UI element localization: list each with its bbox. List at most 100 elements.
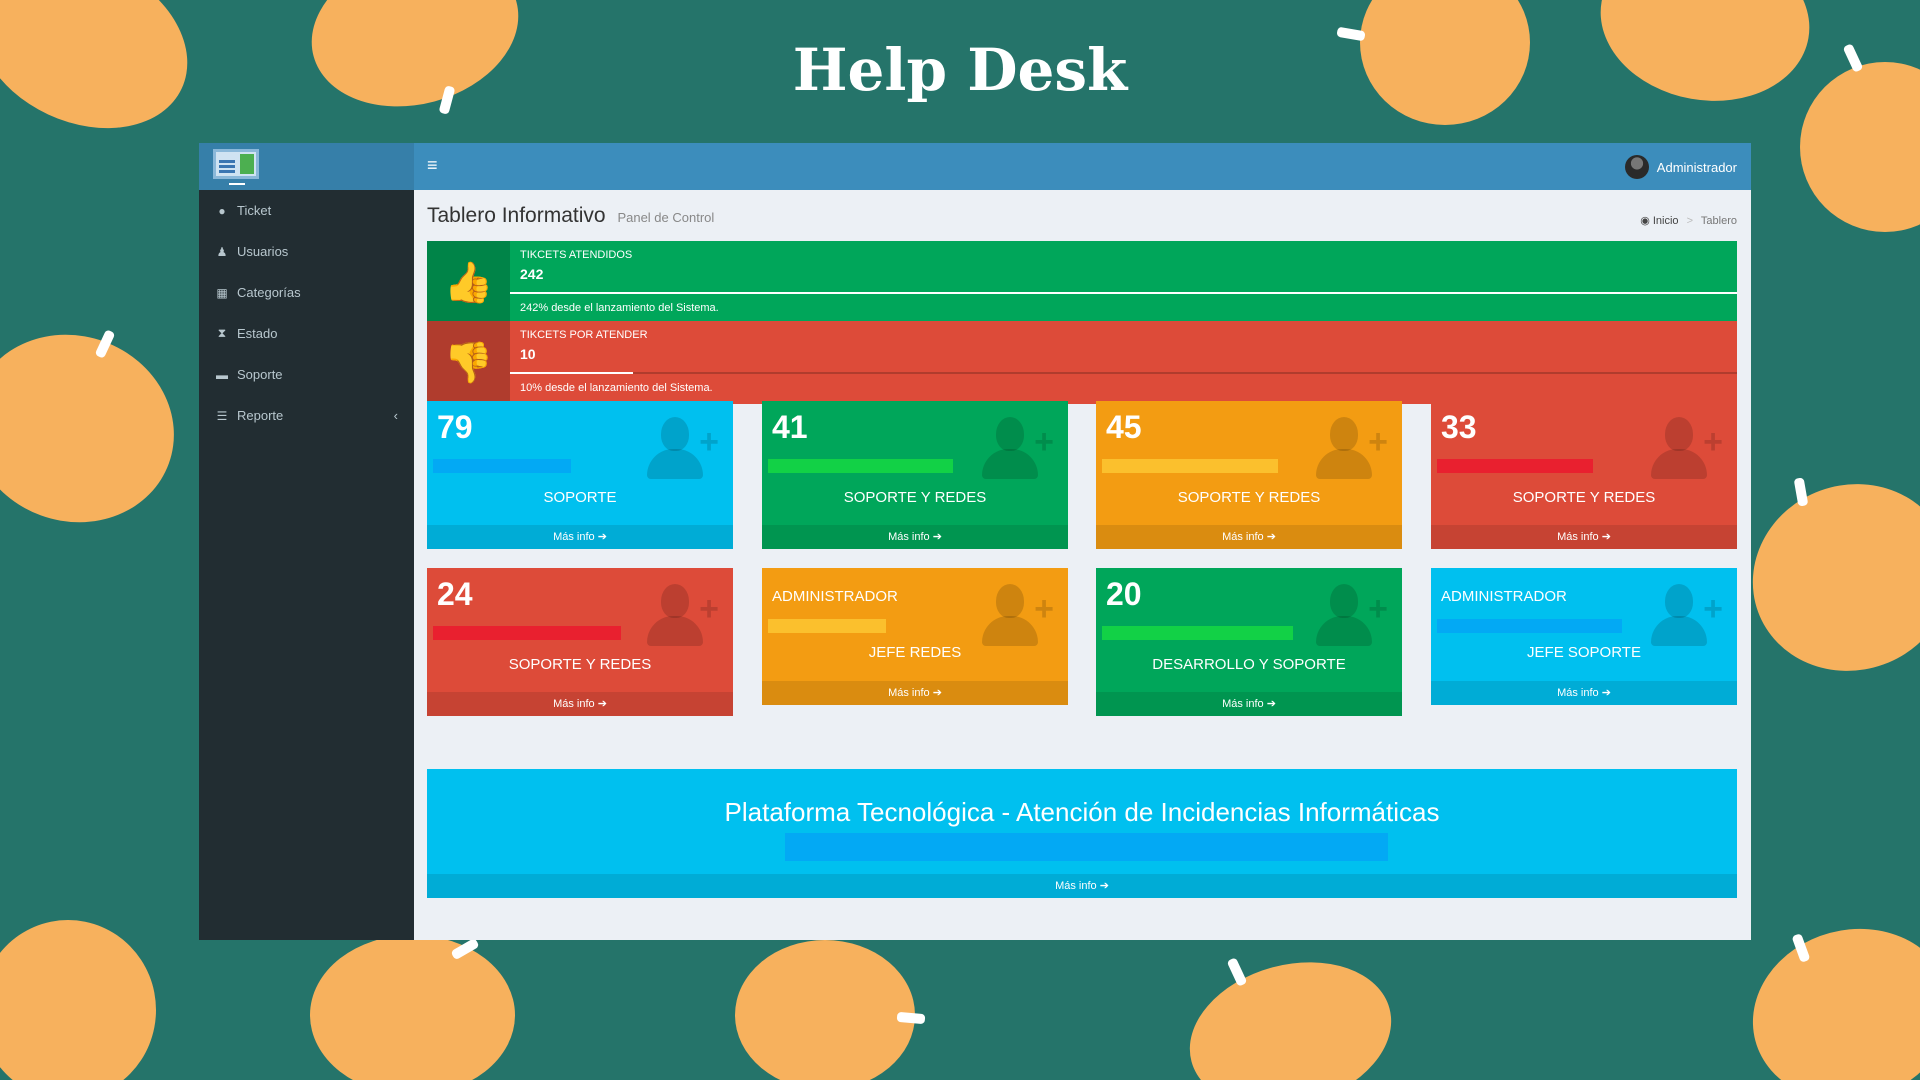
- stat-card-title: DESARROLLO Y SOPORTE: [1152, 656, 1346, 673]
- logo[interactable]: [199, 143, 414, 190]
- more-info-link[interactable]: Más info ➔: [1431, 525, 1737, 549]
- stat-card: +20 DESARROLLO Y SOPORTE Más info ➔: [1096, 568, 1402, 716]
- stat-card-bar: [433, 626, 621, 640]
- decor-fruit: [0, 920, 156, 1080]
- breadcrumb-home[interactable]: Inicio: [1653, 215, 1679, 227]
- sidebar-item-label: Ticket: [237, 203, 272, 218]
- breadcrumb: ◉ Inicio > Tablero: [1640, 214, 1737, 227]
- stat-card: +41 SOPORTE Y REDES Más info ➔: [762, 401, 1068, 549]
- thumbs-down-icon: 👎: [427, 321, 510, 404]
- stat-card: + ADMINISTRADOR JEFE REDES Más info ➔: [762, 568, 1068, 705]
- sidebar-item-soporte[interactable]: ▬ Soporte: [199, 354, 414, 395]
- stat-card-bar: [768, 619, 886, 633]
- decor-fruit: [1173, 940, 1408, 1080]
- user-plus-icon-head: [996, 584, 1024, 618]
- stat-card-number: 24: [437, 576, 473, 612]
- stat-card-title: SOPORTE Y REDES: [843, 489, 987, 506]
- sidebar-item-label: Soporte: [237, 367, 283, 382]
- more-info-link[interactable]: Más info ➔: [427, 692, 733, 716]
- info-box: 👎 TIKCETS POR ATENDER 10 10% desde el lanza…: [427, 321, 1737, 404]
- decor-stem: [1226, 957, 1248, 987]
- sidebar-item-categorias[interactable]: ▦ Categorías: [199, 272, 414, 313]
- user-plus-icon-head: [1330, 417, 1358, 451]
- user-plus-icon: +: [980, 582, 1054, 650]
- menu-toggle-icon[interactable]: ≡: [427, 155, 438, 176]
- stat-card-bar: [1102, 459, 1278, 473]
- stat-card: +45 SOPORTE Y REDES Más info ➔: [1096, 401, 1402, 549]
- chevron-left-icon: ‹: [393, 408, 398, 423]
- ticket-icon: ●: [218, 203, 226, 218]
- sidebar-item-ticket[interactable]: ● Ticket: [199, 190, 414, 231]
- user-menu[interactable]: Administrador: [1624, 155, 1737, 179]
- stat-card-title: SOPORTE Y REDES: [1177, 489, 1321, 506]
- info-box-number: 242: [520, 266, 544, 282]
- more-info-link[interactable]: Más info ➔: [1096, 692, 1402, 716]
- stat-card-title: SOPORTE: [543, 489, 617, 506]
- stat-card-number: 41: [772, 409, 808, 445]
- banner-more-info-link[interactable]: Más info ➔: [427, 874, 1737, 898]
- more-info-link[interactable]: Más info ➔: [1431, 681, 1737, 705]
- stat-card-number: 79: [437, 409, 473, 445]
- user-plus-icon-plus: +: [1368, 590, 1388, 628]
- sidebar-item-label: Usuarios: [237, 244, 289, 259]
- user-plus-icon-body: [1651, 449, 1707, 479]
- user-plus-icon: +: [980, 415, 1054, 483]
- user-plus-icon-plus: +: [1034, 590, 1054, 628]
- user-plus-icon: +: [645, 582, 719, 650]
- info-box-description: 242% desde el lanzamiento del Sistema.: [520, 302, 719, 314]
- user-plus-icon-body: [647, 616, 703, 646]
- user-plus-icon-plus: +: [1368, 423, 1388, 461]
- sidebar-item-label: Reporte: [237, 408, 284, 423]
- more-info-link[interactable]: Más info ➔: [762, 525, 1068, 549]
- thumbs-up-icon: 👍: [427, 241, 510, 324]
- sidebar-item-estado[interactable]: ⧗ Estado: [199, 313, 414, 354]
- info-box-content: TIKCETS POR ATENDER 10: [520, 329, 1737, 362]
- user-icon: ♟: [216, 244, 228, 259]
- stat-card-bar: [433, 459, 571, 473]
- user-plus-icon-head: [1665, 417, 1693, 451]
- banner-box: Plataforma Tecnológica - Atención de Inc…: [427, 769, 1737, 898]
- content: Tablero Informativo Panel de Control ◉ I…: [414, 190, 1751, 940]
- decor-fruit: [1726, 456, 1920, 699]
- stat-card-label: ADMINISTRADOR: [1441, 588, 1567, 605]
- stat-card-number: 20: [1106, 576, 1142, 612]
- stat-card-bar: [1437, 619, 1622, 633]
- user-plus-icon: +: [645, 415, 719, 483]
- banner-title: Plataforma Tecnológica - Atención de Inc…: [724, 797, 1440, 827]
- stat-card: +24 SOPORTE Y REDES Más info ➔: [427, 568, 733, 716]
- user-plus-icon-body: [1316, 449, 1372, 479]
- stat-card: + ADMINISTRADOR JEFE SOPORTE Más info ➔: [1431, 568, 1737, 705]
- bed-icon: ▬: [216, 367, 228, 382]
- user-plus-icon-body: [982, 449, 1038, 479]
- stat-card: +79 SOPORTE Más info ➔: [427, 401, 733, 549]
- user-plus-icon-head: [996, 417, 1024, 451]
- page-title: Help Desk: [792, 36, 1128, 104]
- info-box-label: TIKCETS POR ATENDER: [520, 329, 648, 341]
- decor-fruit: [735, 940, 915, 1080]
- user-plus-icon-head: [661, 584, 689, 618]
- sidebar-item-reporte[interactable]: ☰ Reporte ‹: [199, 395, 414, 436]
- more-info-link[interactable]: Más info ➔: [762, 681, 1068, 705]
- breadcrumb-separator: >: [1686, 215, 1694, 227]
- avatar: [1624, 155, 1649, 179]
- sidebar-item-label: Estado: [237, 326, 278, 341]
- sidebar-item-label: Categorías: [237, 285, 301, 300]
- user-plus-icon-plus: +: [1034, 423, 1054, 461]
- user-plus-icon: +: [1314, 582, 1388, 650]
- list-icon: ☰: [216, 408, 228, 423]
- sidebar-menu: ● Ticket ♟ Usuarios ▦ Categorías ⧗ Estado ▬ Sopor…: [199, 190, 414, 436]
- user-plus-icon-plus: +: [1703, 590, 1723, 628]
- stat-card-title: SOPORTE Y REDES: [508, 656, 652, 673]
- stat-card-bar: [1437, 459, 1593, 473]
- user-plus-icon-head: [1330, 584, 1358, 618]
- user-plus-icon-plus: +: [1703, 423, 1723, 461]
- decor-fruit: [1733, 907, 1920, 1080]
- sidebar-item-usuarios[interactable]: ♟ Usuarios: [199, 231, 414, 272]
- more-info-link[interactable]: Más info ➔: [1096, 525, 1402, 549]
- stat-card-title: JEFE SOPORTE: [1527, 644, 1641, 661]
- stat-card-number: 33: [1441, 409, 1477, 445]
- user-plus-icon-head: [1665, 584, 1693, 618]
- more-info-link[interactable]: Más info ➔: [427, 525, 733, 549]
- sidebar: ● Ticket ♟ Usuarios ▦ Categorías ⧗ Estado ▬ Sopor…: [199, 143, 414, 940]
- stat-card-bar: [768, 459, 953, 473]
